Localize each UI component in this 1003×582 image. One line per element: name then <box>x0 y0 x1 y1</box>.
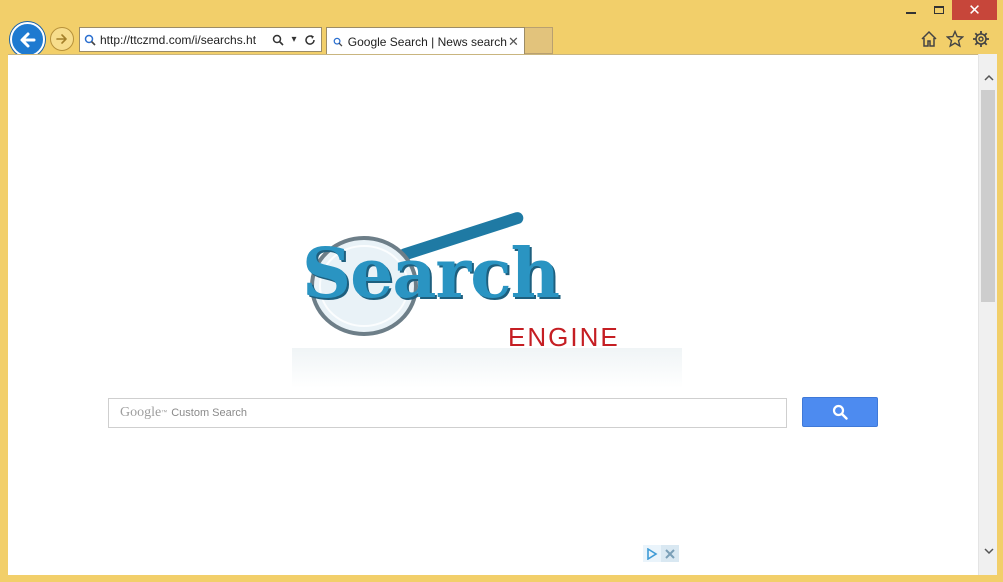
close-window-button[interactable]: ✕ <box>952 0 997 20</box>
minimize-icon <box>906 12 916 14</box>
forward-button[interactable] <box>50 27 74 51</box>
search-button[interactable] <box>802 397 878 427</box>
address-bar[interactable]: http://ttczmd.com/i/searchs.ht ▾ <box>79 27 322 52</box>
search-engine-logo: Search ENGINE <box>282 170 692 388</box>
scroll-down-button[interactable] <box>979 542 998 560</box>
star-icon <box>946 30 964 48</box>
arrow-left-icon <box>20 32 35 47</box>
search-icon <box>333 37 343 47</box>
search-input[interactable]: Google ™ Custom Search <box>108 398 787 428</box>
chevron-up-icon <box>983 74 994 81</box>
refresh-button[interactable] <box>303 30 317 50</box>
adchoices-icon <box>643 545 661 562</box>
dropdown-button[interactable]: ▾ <box>287 30 301 50</box>
favorites-button[interactable] <box>944 28 966 50</box>
url-text[interactable]: http://ttczmd.com/i/searchs.ht <box>100 33 271 47</box>
maximize-button[interactable] <box>926 0 952 20</box>
search-button[interactable] <box>271 30 285 50</box>
chevron-down-icon <box>983 547 994 554</box>
home-button[interactable] <box>918 28 940 50</box>
new-tab-button[interactable] <box>525 27 553 54</box>
vertical-scrollbar[interactable] <box>978 54 997 575</box>
tools-button[interactable] <box>970 28 992 50</box>
scroll-thumb[interactable] <box>981 90 995 302</box>
close-icon: ✕ <box>968 2 981 19</box>
search-icon <box>80 28 100 51</box>
home-icon <box>921 30 937 47</box>
maximize-icon <box>934 6 944 14</box>
close-tab-icon[interactable]: ✕ <box>507 34 520 50</box>
search-icon <box>832 404 848 420</box>
trademark-mark: ™ <box>161 410 168 416</box>
magnifier-icon <box>272 34 284 46</box>
adchoices-badge[interactable] <box>643 545 679 562</box>
logo-reflection <box>292 348 682 388</box>
logo-wordmark: Search <box>302 234 560 314</box>
refresh-icon <box>305 34 315 45</box>
chevron-down-icon: ▾ <box>291 34 297 45</box>
custom-search-placeholder: Custom Search <box>171 407 248 419</box>
google-watermark: Google <box>120 405 162 420</box>
ad-close-icon[interactable] <box>661 545 679 562</box>
gear-icon <box>973 31 989 47</box>
arrow-right-icon <box>56 34 67 44</box>
minimize-button[interactable] <box>896 0 926 20</box>
tab-label: Google Search | News search <box>347 34 507 49</box>
tab-google-search[interactable]: Google Search | News search ✕ <box>326 27 525 55</box>
back-button[interactable] <box>10 22 45 57</box>
scroll-up-button[interactable] <box>979 68 998 86</box>
